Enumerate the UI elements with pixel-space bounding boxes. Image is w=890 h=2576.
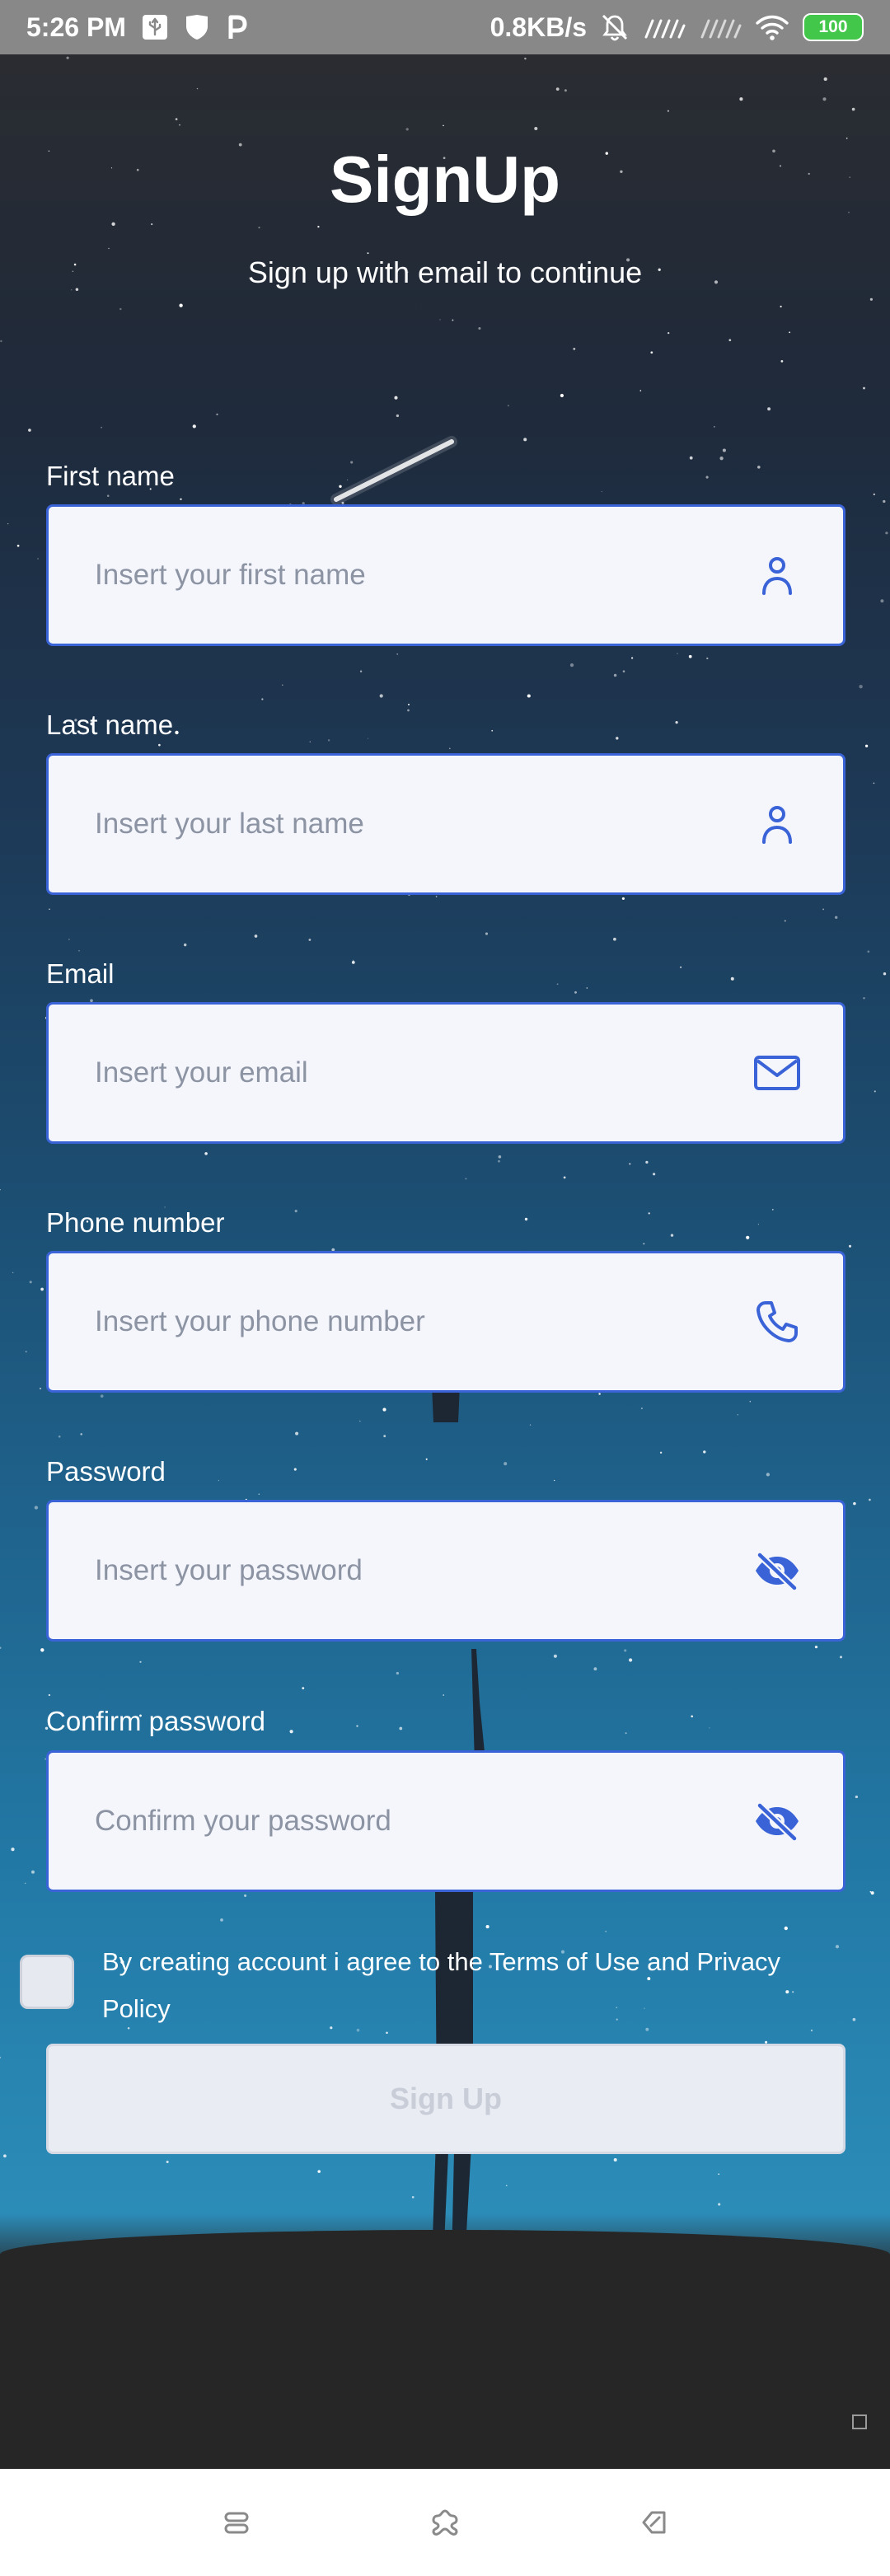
home-icon[interactable] <box>412 2489 478 2555</box>
confirm-password-field[interactable] <box>46 1750 846 1892</box>
confirm-password-label: Confirm password <box>46 1706 265 1736</box>
confirm-password-input[interactable] <box>95 1796 752 1846</box>
p-icon <box>225 12 248 42</box>
password-label: Password <box>46 1456 166 1487</box>
email-field[interactable] <box>46 1002 846 1144</box>
signup-button[interactable]: Sign Up <box>46 2044 846 2154</box>
phone-label: Phone number <box>46 1207 225 1238</box>
terms-text[interactable]: By creating account i agree to the Terms… <box>102 1938 811 2032</box>
signal-icon <box>699 12 742 42</box>
signal-icon <box>643 12 686 42</box>
email-label: Email <box>46 958 115 989</box>
first-name-input[interactable] <box>95 550 752 600</box>
page-subtitle: Sign up with email to continue <box>247 255 643 289</box>
email-input[interactable] <box>95 1048 752 1098</box>
first-name-field[interactable] <box>46 504 846 646</box>
user-icon <box>752 550 802 600</box>
last-name-label: Last name <box>46 710 174 740</box>
first-name-label: First name <box>46 461 175 491</box>
wifi-icon <box>755 12 789 42</box>
phone-icon <box>752 1297 802 1347</box>
status-left: 5:26 PM <box>26 12 248 43</box>
phone-input[interactable] <box>95 1297 752 1347</box>
mail-icon <box>752 1048 802 1098</box>
page-title: SignUp <box>330 143 560 216</box>
last-name-input[interactable] <box>95 799 752 849</box>
password-input[interactable] <box>95 1546 752 1595</box>
net-speed: 0.8KB/s <box>490 12 587 42</box>
last-name-field[interactable] <box>46 753 846 895</box>
mute-icon <box>600 12 630 42</box>
password-field[interactable] <box>46 1500 846 1642</box>
ground <box>0 2230 890 2469</box>
corner-square-icon <box>852 2414 867 2429</box>
user-icon <box>752 799 802 849</box>
terms-checkbox[interactable] <box>20 1955 74 2009</box>
back-icon[interactable] <box>621 2489 686 2555</box>
eye-off-icon[interactable] <box>752 1796 802 1846</box>
phone-field[interactable] <box>46 1251 846 1393</box>
status-right: 0.8KB/s 100 <box>490 12 864 43</box>
battery-icon: 100 <box>803 13 864 41</box>
status-bar: 5:26 PM 0.8KB/s 100 <box>0 0 890 54</box>
eye-off-icon[interactable] <box>752 1546 802 1595</box>
shield-icon <box>184 12 210 42</box>
menu-icon[interactable] <box>204 2489 269 2555</box>
nav-bar <box>0 2469 890 2576</box>
usb-icon <box>141 12 169 42</box>
status-time: 5:26 PM <box>26 12 126 42</box>
